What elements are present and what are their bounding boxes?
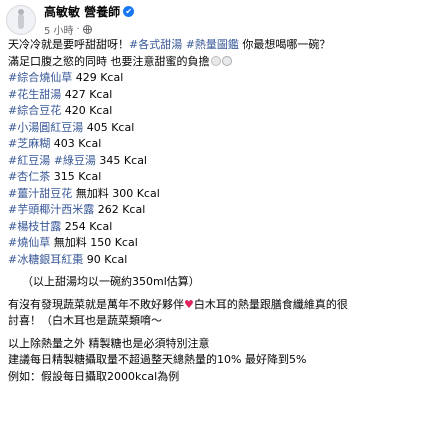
author-name[interactable]: 高敏敏 營養師 — [44, 3, 120, 20]
list-item: #小湯圓紅豆湯 405 Kcal — [8, 120, 440, 137]
hashtag-link[interactable]: #綜合豆花 — [8, 104, 61, 117]
paragraph-line: 建議每日精製糖攝取量不超過整天總熱量的10% 最好降到5% — [8, 353, 307, 366]
hashtag-link[interactable]: #花生甜湯 — [8, 88, 61, 101]
list-item: #燒仙草 無加料 150 Kcal — [8, 235, 440, 252]
calorie-value: 315 Kcal — [50, 170, 102, 183]
hashtag-link[interactable]: #小湯圓紅豆湯 — [8, 121, 83, 134]
hashtag-link[interactable]: #芝麻糊 — [8, 137, 50, 150]
hashtag-link[interactable]: #綠豆湯 — [54, 154, 96, 167]
hashtag-link[interactable]: #燒仙草 — [8, 236, 50, 249]
paragraph-line: 以上除熱量之外 精製糖也是必須特別注意 — [8, 336, 210, 350]
paragraph-text: 有沒有發現蔬菜就是萬年不敗好夥伴 — [8, 297, 184, 311]
globe-icon[interactable] — [82, 25, 92, 34]
hashtag-link[interactable]: #芋頭椰汁西米露 — [8, 203, 94, 216]
facebook-post: 高敏敏 營養師 ✔ 5 小時 · 天冷冷就是要呼甜甜呀！#各式甜湯 #熱量圖鑑 … — [0, 0, 448, 434]
intro-tail: 你最想喝哪一碗？ — [238, 38, 331, 51]
separator-dot: · — [76, 24, 80, 35]
post-meta: 高敏敏 營養師 ✔ 5 小時 · — [44, 3, 135, 37]
calorie-value: 無加料 150 Kcal — [50, 236, 138, 249]
list-item: #芝麻糊 403 Kcal — [8, 136, 440, 153]
calorie-list: #綜合燒仙草 429 Kcal #花生甜湯 427 Kcal #綜合豆花 420… — [8, 70, 440, 268]
paragraph-text: 討喜！（白木耳也是蔬菜類唷～ — [8, 314, 162, 327]
hashtag-link[interactable]: #杏仁茶 — [8, 170, 50, 183]
calorie-value: 無加料 300 Kcal — [72, 186, 160, 200]
paragraph-sugar: 以上除熱量之外 精製糖也是必須特別注意 建議每日精製糖攝取量不超過整天總熱量的1… — [8, 336, 440, 386]
calorie-value: 405 Kcal — [83, 120, 135, 134]
list-item: #楊枝甘露 254 Kcal — [8, 219, 440, 236]
intro-text-2: 滿足口腹之慾的同時 也要注意甜蜜的負擔 — [8, 54, 210, 68]
calorie-value: 345 Kcal — [95, 153, 147, 167]
timestamp-row: 5 小時 · — [44, 22, 134, 37]
list-item: #紅豆湯 #綠豆湯 345 Kcal — [8, 153, 440, 170]
calorie-value: 254 Kcal — [61, 219, 113, 233]
name-row: 高敏敏 營養師 ✔ — [44, 3, 135, 20]
paragraph-line: 討喜！（白木耳也是蔬菜類唷～ — [8, 313, 440, 330]
list-item: #綜合豆花 420 Kcal — [8, 103, 440, 120]
list-item: #冰糖銀耳紅棗 90 Kcal — [8, 252, 440, 269]
hashtag-link[interactable]: #薑汁甜豆花 — [8, 187, 72, 200]
hashtag-link[interactable]: #紅豆湯 — [8, 154, 50, 167]
calorie-value: 429 Kcal — [72, 71, 124, 84]
list-item: #杏仁茶 315 Kcal — [8, 169, 440, 186]
paragraph-vegetable: 有沒有發現蔬菜就是萬年不敗好夥伴♥白木耳的熱量跟膳食纖維真的很 討喜！（白木耳也… — [8, 297, 440, 330]
calorie-value: 403 Kcal — [50, 137, 102, 150]
avatar-body — [18, 14, 24, 29]
list-item: #花生甜湯 427 Kcal — [8, 87, 440, 104]
intro-line-2: 滿足口腹之慾的同時 也要注意甜蜜的負擔 — [8, 54, 440, 71]
calorie-value: 420 Kcal — [61, 104, 113, 117]
intro-text: 天冷冷就是要呼甜甜呀！ — [8, 38, 129, 51]
verified-badge-icon: ✔ — [123, 6, 135, 17]
hashtag-link[interactable]: #熱量圖鑑 — [186, 38, 239, 51]
serving-note: （以上甜湯均以一碗約350ml估算） — [22, 275, 200, 288]
post-body: 天冷冷就是要呼甜甜呀！#各式甜湯 #熱量圖鑑 你最想喝哪一碗？ 滿足口腹之慾的同… — [8, 37, 440, 385]
paragraph-text: 白木耳的熱量跟膳食纖維真的很 — [193, 297, 348, 311]
paragraph-line: 例如：假設每日攝取2000kcal為例 — [8, 369, 180, 383]
hashtag-link[interactable]: #綜合燒仙草 — [8, 71, 72, 84]
hashtag-link[interactable]: #冰糖銀耳紅棗 — [8, 253, 83, 266]
avatar[interactable] — [6, 5, 36, 35]
lightbulb-emoji-icon — [210, 55, 221, 66]
intro-line: 天冷冷就是要呼甜甜呀！#各式甜湯 #熱量圖鑑 你最想喝哪一碗？ — [8, 37, 440, 54]
list-item: #芋頭椰汁西米露 262 Kcal — [8, 202, 440, 219]
red-heart-emoji-icon: ♥ — [184, 297, 194, 311]
post-timestamp[interactable]: 5 小時 — [44, 22, 74, 37]
hashtag-link[interactable]: #楊枝甘露 — [8, 220, 61, 233]
calorie-value: 90 Kcal — [83, 252, 128, 266]
list-item: #綜合燒仙草 429 Kcal — [8, 70, 440, 87]
calorie-value: 427 Kcal — [61, 87, 113, 101]
list-item: #薑汁甜豆花 無加料 300 Kcal — [8, 186, 440, 203]
paragraph-line: 有沒有發現蔬菜就是萬年不敗好夥伴♥白木耳的熱量跟膳食纖維真的很 — [8, 297, 440, 314]
balloon-emoji-icon — [221, 55, 232, 66]
post-header: 高敏敏 營養師 ✔ 5 小時 · — [6, 3, 135, 37]
hashtag-link[interactable]: #各式甜湯 — [129, 38, 182, 51]
calorie-value: 262 Kcal — [94, 203, 146, 216]
